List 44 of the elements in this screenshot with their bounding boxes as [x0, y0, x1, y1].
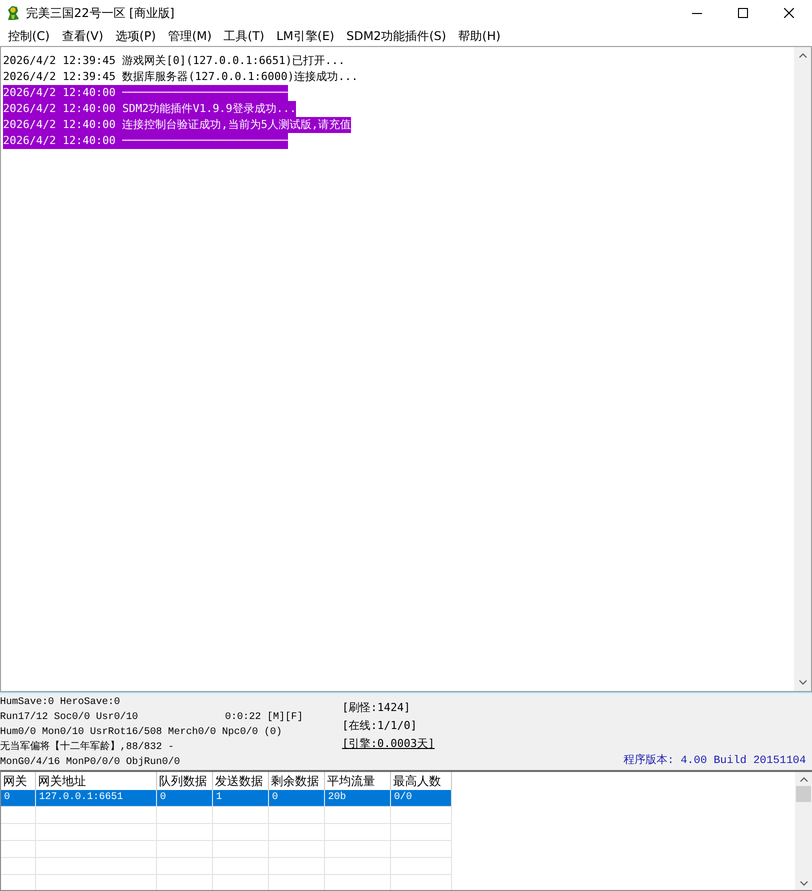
- window-title: 完美三国22号一区 [商业版]: [26, 4, 174, 22]
- table-cell: 0: [157, 790, 213, 806]
- counter-text: [刷怪:1424]: [342, 701, 410, 714]
- menu-item[interactable]: 帮助(H): [452, 26, 507, 46]
- log-entry: 2026/4/2 12:40:00 连接控制台验证成功,当前为5人测试版,请充值: [3, 117, 352, 133]
- table-cell: 127.0.0.1:6651: [36, 790, 157, 806]
- menu-item[interactable]: 工具(T): [218, 26, 270, 46]
- status-line: 无当军偏将【十二年军龄】,88/832 -: [0, 740, 176, 755]
- status-line: Hum0/0 Mon0/10 UsrRot16/508 Merch0/0 Npc0/0 (0): [0, 726, 284, 740]
- minimize-icon: [692, 12, 702, 14]
- table-row[interactable]: 0 127.0.0.1:6651 0 1 0 20b 0/0: [1, 790, 452, 807]
- log-entry: 2026/4/2 12:40:00 SDM2功能插件V1.9.9登录成功...: [3, 101, 296, 117]
- log-entry: 2026/4/2 12:40:00 ─────────────────────────: [3, 85, 288, 101]
- menu-item[interactable]: SDM2功能插件(S): [340, 26, 452, 46]
- close-icon: [784, 8, 794, 18]
- uptime-text: 0:0:22 [M][F]: [225, 710, 304, 725]
- menu-item[interactable]: 选项(P): [109, 26, 162, 46]
- log-entry: 2026/4/2 12:39:45 数据库服务器(127.0.0.1:6000)连接成功...: [3, 69, 358, 85]
- table-cell: 0: [1, 790, 36, 806]
- log-entry: 2026/4/2 12:39:45 游戏网关[0](127.0.0.1:6651)已打开...: [3, 53, 345, 69]
- maximize-icon: [738, 8, 748, 18]
- table-cell: 0: [269, 790, 325, 806]
- status-line: Run17/12 Soc0/0 Usr0/10: [0, 710, 140, 725]
- log-entry: 2026/4/2 12:40:00 ─────────────────────────: [3, 133, 288, 149]
- status-line: HumSave:0 HeroSave:0: [0, 696, 122, 710]
- counter-text: [在线:1/1/0]: [342, 719, 417, 732]
- scrollbar[interactable]: [794, 47, 811, 691]
- status-line: MonG0/4/16 MonP0/0/0 ObjRun0/0: [0, 756, 182, 770]
- menu-item[interactable]: 管理(M): [162, 26, 218, 46]
- chevron-up-icon[interactable]: [798, 53, 806, 58]
- scrollbar[interactable]: [795, 772, 812, 890]
- menu-item[interactable]: 查看(V): [56, 26, 110, 46]
- table-cell: 0/0: [391, 790, 452, 806]
- table-cell: 1: [213, 790, 269, 806]
- app-icon: [5, 5, 21, 21]
- scrollbar-thumb[interactable]: [796, 786, 811, 802]
- version-text: 程序版本: 4.00 Build 20151104: [623, 755, 806, 767]
- chevron-down-icon[interactable]: [798, 680, 806, 685]
- chevron-down-icon[interactable]: [800, 881, 808, 886]
- menu-item[interactable]: 控制(C): [2, 26, 56, 46]
- menu-item[interactable]: LM引擎(E): [270, 26, 340, 46]
- table-cell: 20b: [325, 790, 391, 806]
- status-link[interactable]: [引擎:0.0003天]: [342, 737, 435, 750]
- chevron-up-icon[interactable]: [800, 777, 808, 782]
